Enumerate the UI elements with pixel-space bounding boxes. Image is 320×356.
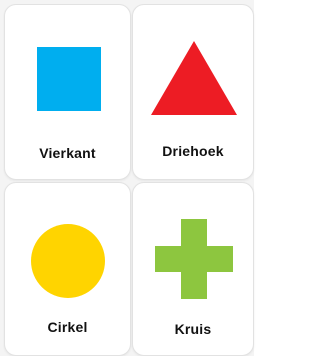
card-label: Cirkel — [47, 319, 88, 335]
card-label: Kruis — [174, 321, 212, 337]
card-circle[interactable]: Cirkel — [4, 182, 131, 356]
card-label: Vierkant — [39, 145, 96, 161]
card-label: Driehoek — [162, 143, 224, 159]
card-cross[interactable]: Kruis — [132, 182, 254, 356]
card-triangle[interactable]: Driehoek — [132, 4, 254, 180]
circle-icon — [31, 224, 105, 298]
cross-icon — [155, 219, 233, 299]
flashcard-grid: Vierkant Driehoek Cirkel Kruis — [0, 0, 254, 356]
square-icon — [37, 47, 101, 111]
card-square[interactable]: Vierkant — [4, 4, 131, 180]
triangle-icon — [151, 41, 237, 115]
